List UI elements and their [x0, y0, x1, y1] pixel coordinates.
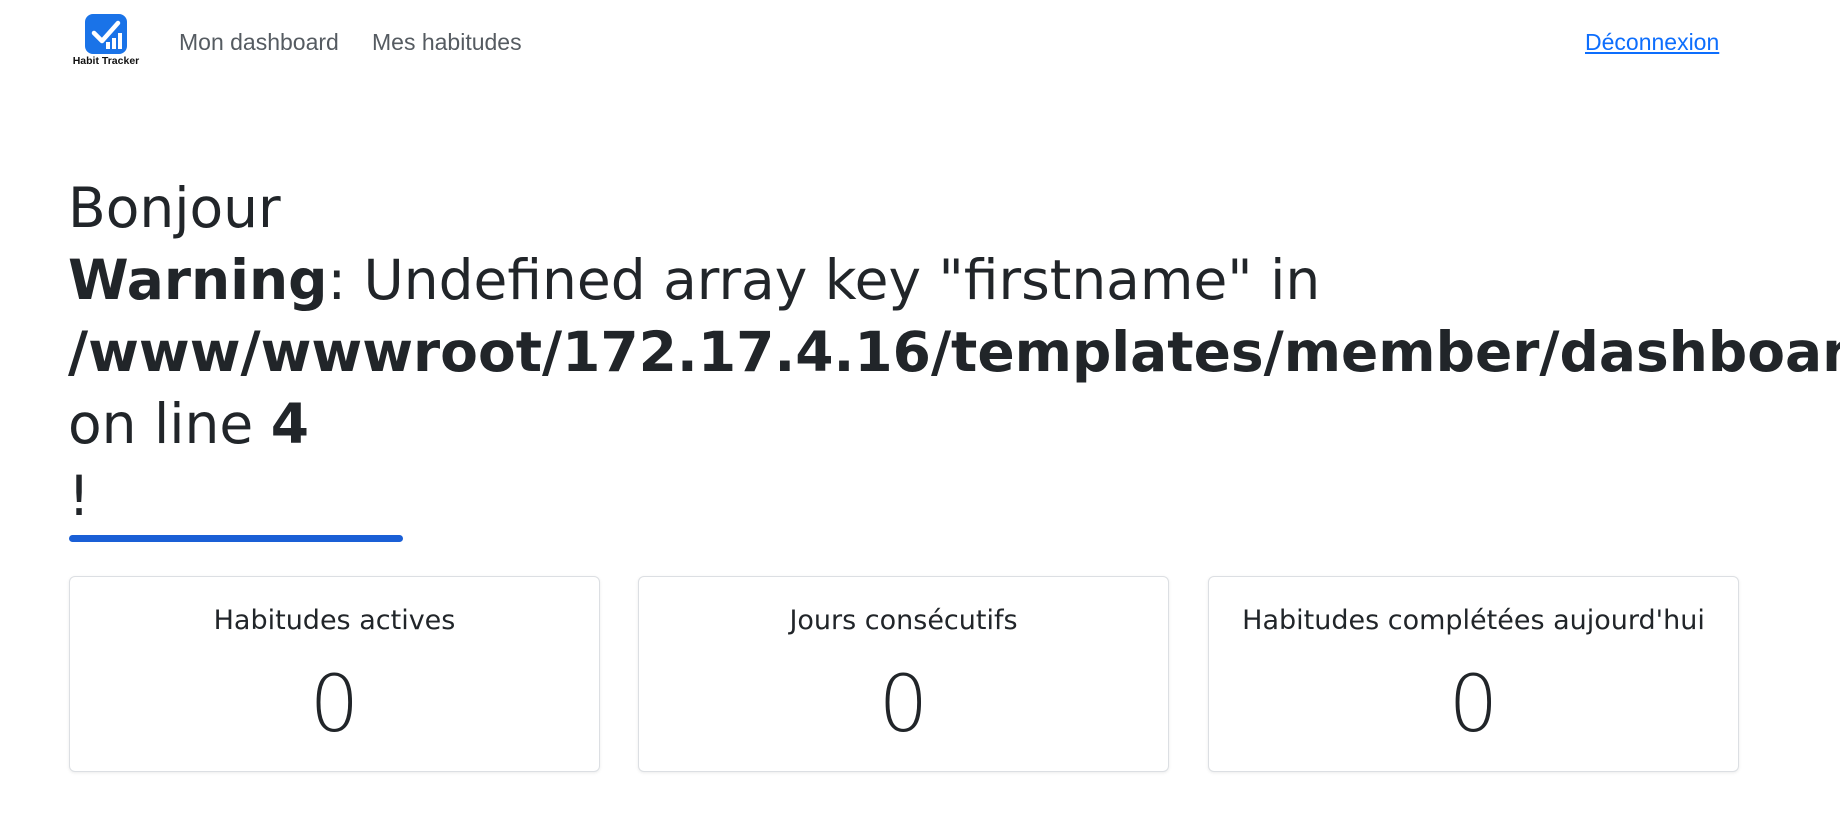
checkmark-chart-icon [91, 20, 122, 49]
warning-line-number: on line 4 [68, 388, 1840, 460]
greeting-heading: Bonjour Warning: Undefined array key "fi… [68, 172, 1840, 532]
line-prefix: on line [68, 392, 271, 456]
greeting-hello: Bonjour [68, 176, 281, 240]
php-warning-line: Warning: Undefined array key "firstname"… [68, 244, 1840, 316]
stat-card-title: Habitudes complétées aujourd'hui [1242, 605, 1705, 636]
nav-item-mon-dashboard[interactable]: Mon dashboard [179, 29, 339, 56]
stat-card-value: 0 [878, 660, 929, 750]
stat-card-title: Habitudes actives [213, 605, 456, 636]
stat-card-value: 0 [309, 660, 360, 750]
logo-text: Habit Tracker [72, 55, 140, 67]
stat-card-completed-today: Habitudes complétées aujourd'hui 0 [1208, 576, 1739, 772]
warning-message: : Undefined array key "firstname" in [327, 248, 1321, 312]
greeting-exclamation: ! [68, 464, 91, 528]
logo-mark [85, 14, 127, 54]
warning-path-line: /www/wwwroot/172.17.4.16/templates/membe… [68, 316, 1840, 388]
warning-path: /www/wwwroot/172.17.4.16/templates/membe… [68, 320, 1840, 384]
stat-card-active-habits: Habitudes actives 0 [69, 576, 600, 772]
warning-label: Warning [68, 248, 328, 312]
stat-card-title: Jours consécutifs [789, 605, 1018, 636]
nav-item-mes-habitudes[interactable]: Mes habitudes [372, 29, 522, 56]
logout-link[interactable]: Déconnexion [1585, 29, 1719, 56]
stat-card-value: 0 [1448, 660, 1499, 750]
habit-tracker-logo[interactable]: Habit Tracker [72, 8, 142, 82]
heading-underline [69, 535, 403, 542]
line-number: 4 [270, 392, 310, 456]
top-navbar: Habit Tracker Mon dashboard Mes habitude… [0, 0, 1840, 90]
stat-card-streak-days: Jours consécutifs 0 [638, 576, 1169, 772]
